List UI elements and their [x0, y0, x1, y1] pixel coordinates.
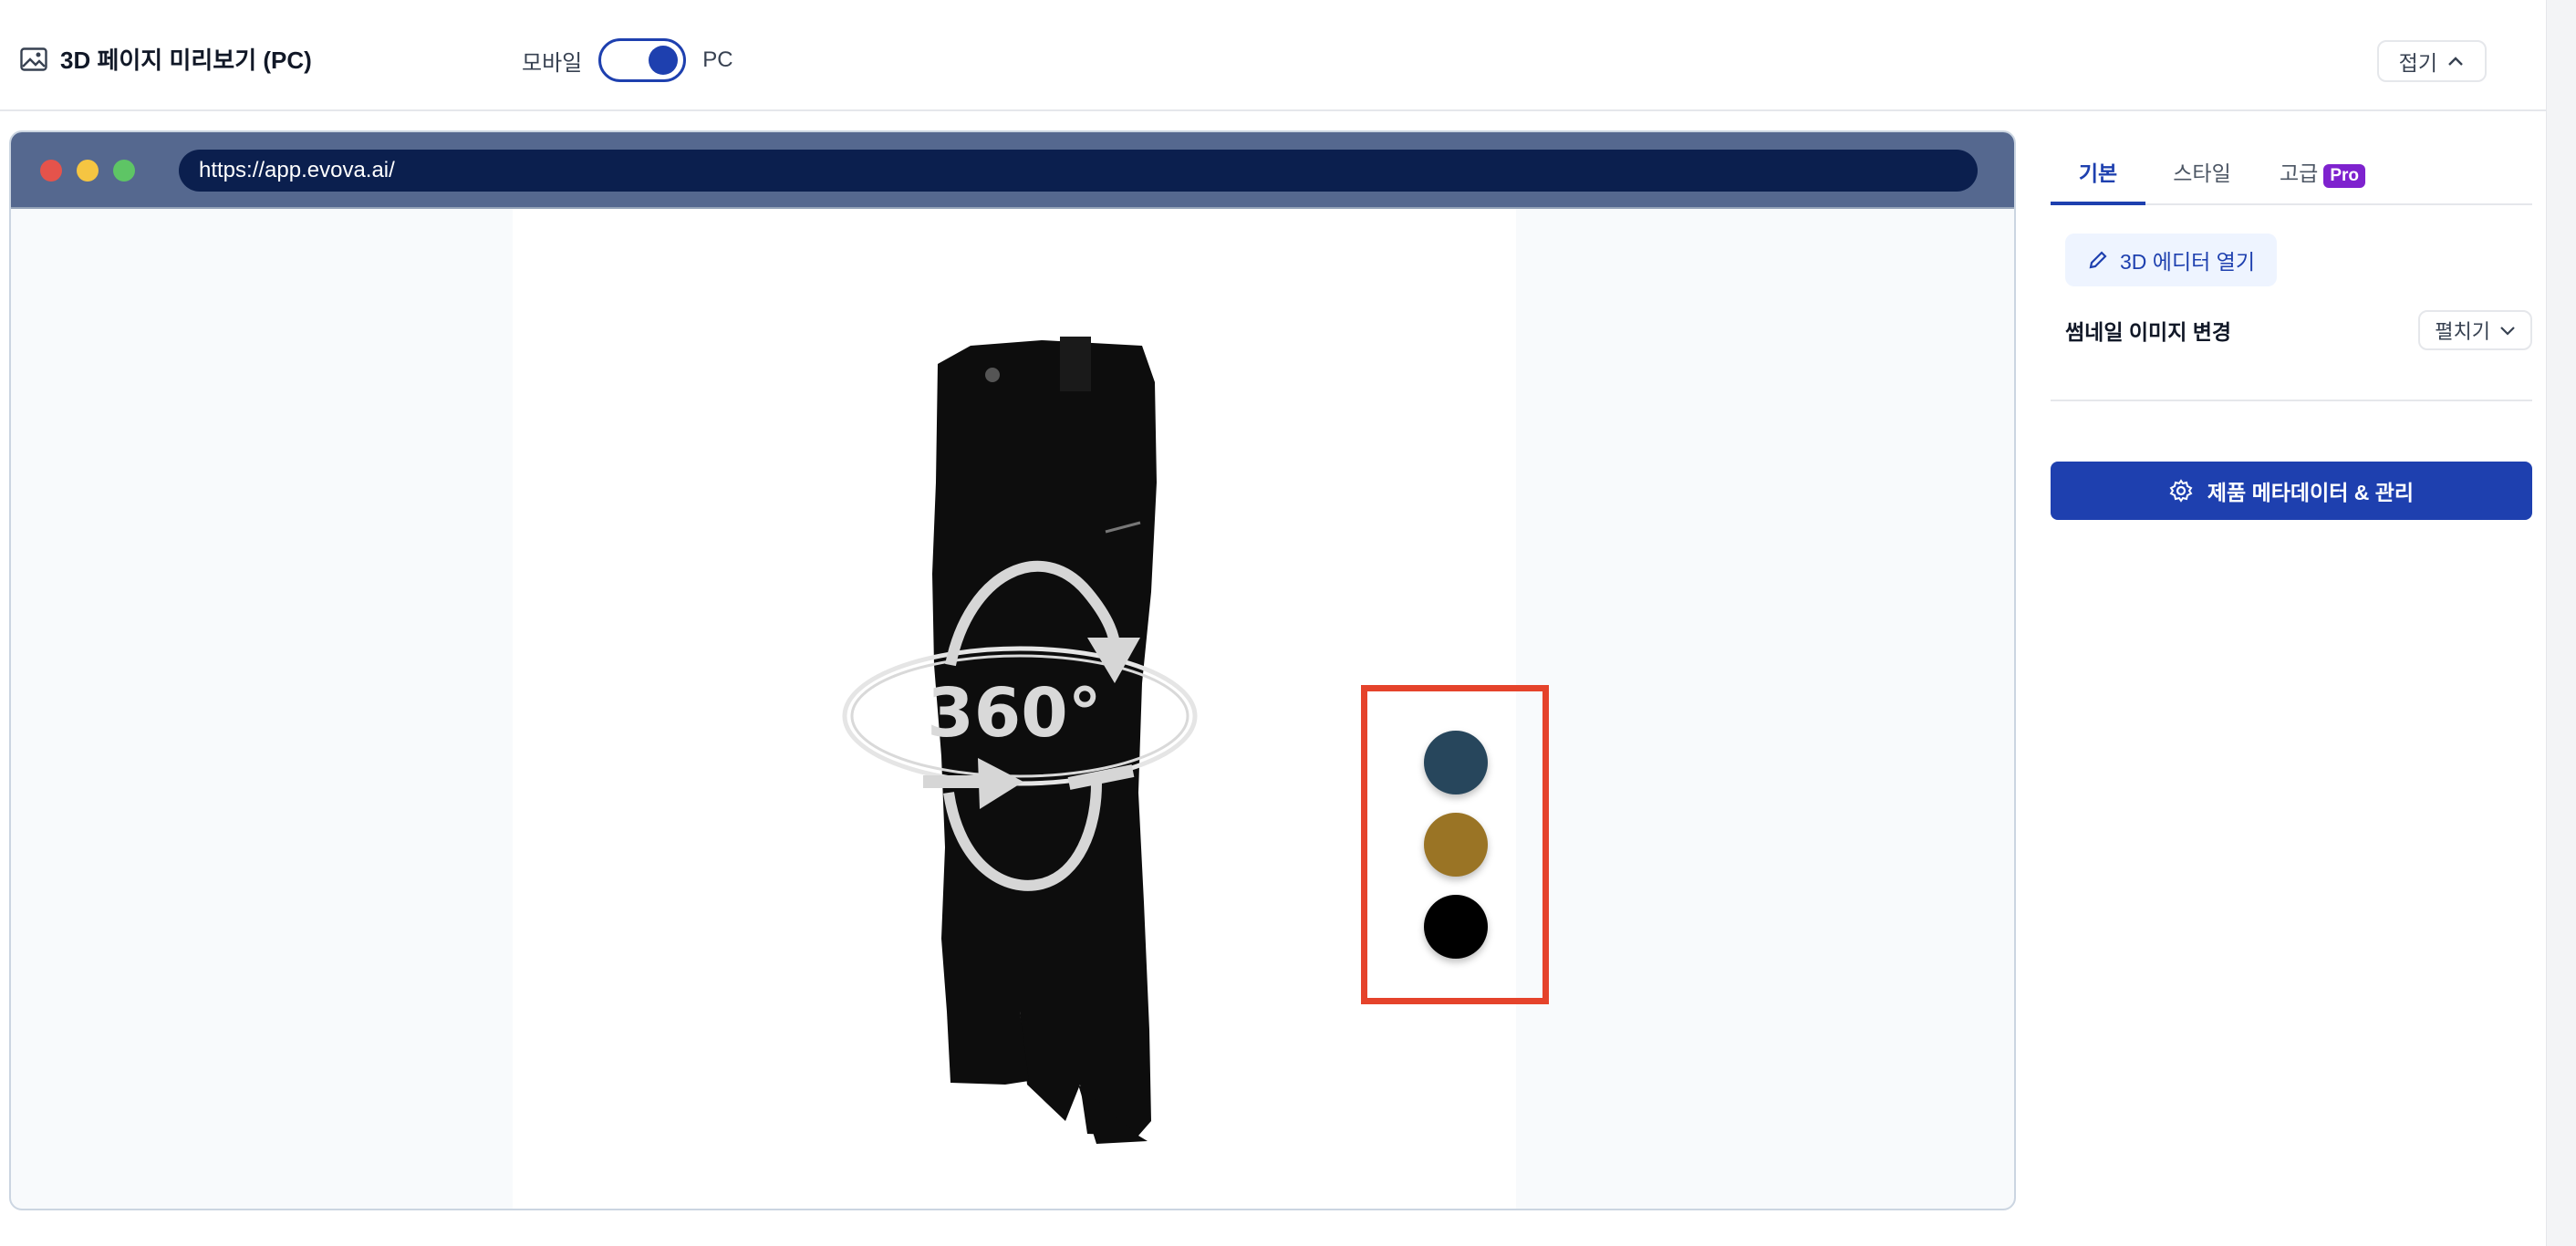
tab-basic-label: 기본 [2078, 161, 2118, 185]
window-minimize-dot [77, 160, 99, 182]
color-swatch-navy[interactable] [1424, 731, 1488, 794]
page-title: 3D 페이지 미리보기 (PC) [60, 47, 312, 74]
open-3d-editor-button[interactable]: 3D 에디터 열기 [2065, 234, 2277, 286]
header-title-group: 3D 페이지 미리보기 (PC) [20, 42, 312, 76]
url-bar[interactable]: https://app.evova.ai/ [179, 150, 1978, 192]
overlay-360-text: 360° [927, 674, 1101, 753]
tab-advanced-label: 고급 [2279, 161, 2319, 185]
browser-preview: https://app.evova.ai/ 360° [9, 130, 2016, 1210]
color-swatch-black[interactable] [1424, 895, 1488, 959]
device-switch[interactable] [598, 38, 687, 82]
scrollbar[interactable] [2546, 0, 2576, 1246]
pencil-icon [2089, 251, 2107, 269]
collapse-label: 접기 [2398, 51, 2437, 75]
button-detail [985, 368, 1000, 382]
toggle-pc-label: PC [702, 47, 733, 72]
toggle-mobile-label: 모바일 [522, 50, 583, 76]
tab-advanced[interactable]: 고급 Pro [2259, 130, 2386, 203]
collapse-button[interactable]: 접기 [2376, 40, 2487, 82]
window-maximize-dot [113, 160, 135, 182]
product-metadata-button[interactable]: 제품 메타데이터 & 관리 [2051, 462, 2532, 520]
open-3d-editor-label: 3D 에디터 열기 [2120, 250, 2255, 274]
window-close-dot [40, 160, 62, 182]
color-swatch-mustard[interactable] [1424, 813, 1488, 877]
thumbnail-label: 썸네일 이미지 변경 [2065, 320, 2232, 344]
gear-icon [2169, 479, 2193, 503]
url-text: https://app.evova.ai/ [199, 158, 395, 182]
pro-badge: Pro [2323, 164, 2365, 188]
tab-basic[interactable]: 기본 [2051, 130, 2145, 205]
thumbnail-row: 썸네일 이미지 변경 펼치기 [2065, 309, 2532, 351]
preview-header: 3D 페이지 미리보기 (PC) 모바일 PC 접기 [0, 5, 2547, 111]
panel-tabs: 기본 스타일 고급 Pro [2051, 130, 2532, 205]
panel-divider [2051, 400, 2532, 401]
tab-style-label: 스타일 [2173, 161, 2231, 185]
chevron-up-icon [2448, 57, 2463, 66]
chevron-down-icon [2500, 327, 2515, 336]
device-toggle: 모바일 PC [522, 38, 733, 82]
switch-knob [649, 46, 679, 75]
product-metadata-label: 제품 메타데이터 & 관리 [2207, 481, 2415, 504]
tab-style[interactable]: 스타일 [2145, 130, 2259, 203]
color-swatch-highlight [1361, 685, 1549, 1004]
image-icon [20, 47, 47, 71]
expand-button[interactable]: 펼치기 [2418, 310, 2532, 350]
belt-loop [1060, 337, 1091, 391]
browser-toolbar: https://app.evova.ai/ [11, 132, 2014, 209]
settings-panel: 기본 스타일 고급 Pro 3D 에디터 열기 썸네일 이미지 변경 펼치기 제품… [2051, 130, 2532, 520]
expand-label: 펼치기 [2435, 320, 2490, 343]
